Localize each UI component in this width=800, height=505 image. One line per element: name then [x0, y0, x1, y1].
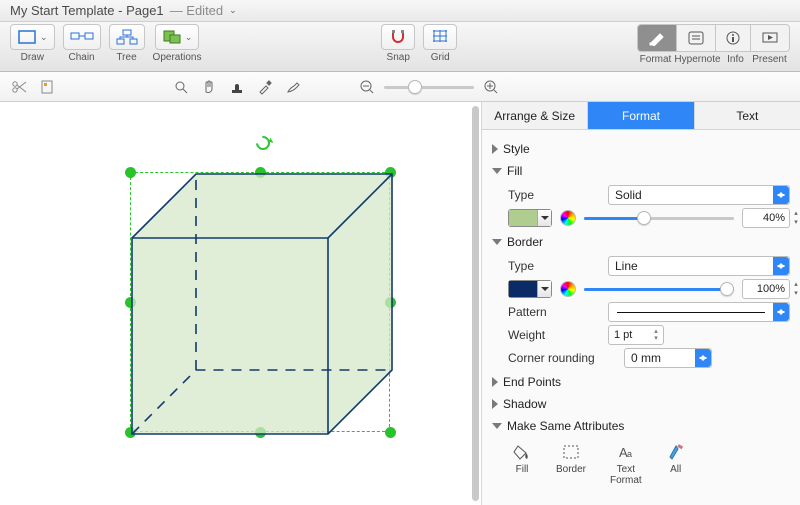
- disclosure-icon: [492, 239, 502, 245]
- canvas[interactable]: [0, 102, 482, 505]
- brush-icon[interactable]: [282, 76, 304, 98]
- stamp-icon[interactable]: [226, 76, 248, 98]
- msa-all-button[interactable]: All: [666, 443, 686, 486]
- pattern-label: Pattern: [508, 305, 600, 319]
- fill-opacity-field[interactable]: 40%▴▾: [742, 208, 790, 228]
- color-wheel-icon[interactable]: [560, 210, 576, 226]
- tab-format[interactable]: Format: [588, 102, 694, 129]
- main-toolbar: ⌄ Draw Chain Tree ⌄ Operations Snap Grid: [0, 22, 800, 72]
- msa-border-button[interactable]: Border: [556, 443, 586, 486]
- border-pattern-select[interactable]: [608, 302, 790, 322]
- chain-label: Chain: [68, 52, 94, 63]
- eyedropper-icon[interactable]: [254, 76, 276, 98]
- fill-opacity-slider[interactable]: [584, 210, 734, 226]
- chevron-down-icon: ⌄: [185, 32, 193, 43]
- disclosure-icon: [492, 168, 502, 174]
- tree-label: Tree: [116, 52, 136, 63]
- corner-rounding-select[interactable]: 0 mm: [624, 348, 712, 368]
- corner-rounding-label: Corner rounding: [508, 351, 616, 365]
- border-weight-field[interactable]: 1 pt▴▾: [608, 325, 664, 345]
- operations-button[interactable]: ⌄: [155, 24, 200, 50]
- rotation-handle[interactable]: [253, 133, 273, 153]
- window-title: My Start Template - Page1: [10, 3, 164, 18]
- chevron-down-icon: ⌄: [40, 32, 48, 43]
- operations-label: Operations: [153, 52, 202, 63]
- zoom-slider[interactable]: [384, 79, 474, 95]
- inspector-selector[interactable]: [637, 24, 790, 52]
- snap-button[interactable]: [381, 24, 415, 50]
- disclosure-icon: [492, 399, 498, 409]
- section-style[interactable]: Style: [492, 138, 790, 160]
- tab-text[interactable]: Text: [695, 102, 800, 129]
- draw-label: Draw: [21, 52, 44, 63]
- section-end-points[interactable]: End Points: [492, 371, 790, 393]
- section-make-same-attributes[interactable]: Make Same Attributes: [492, 415, 790, 437]
- page-icon[interactable]: [36, 76, 58, 98]
- zoom-out-icon[interactable]: [356, 76, 378, 98]
- grid-label: Grid: [431, 52, 450, 63]
- hypernote-tab-label: Hypernote: [674, 54, 722, 65]
- fill-type-label: Type: [508, 188, 600, 202]
- draw-button[interactable]: ⌄: [10, 24, 55, 50]
- grid-button[interactable]: [423, 24, 457, 50]
- tab-arrange-size[interactable]: Arrange & Size: [482, 102, 588, 129]
- inspector-panel: Arrange & Size Format Text Style Fill Ty…: [482, 102, 800, 505]
- section-border[interactable]: Border: [492, 231, 790, 253]
- hand-icon[interactable]: [198, 76, 220, 98]
- msa-fill-button[interactable]: Fill: [512, 443, 532, 486]
- section-shadow[interactable]: Shadow: [492, 393, 790, 415]
- fill-color-well[interactable]: [508, 209, 552, 227]
- fill-type-select[interactable]: Solid: [608, 185, 790, 205]
- border-color-well[interactable]: [508, 280, 552, 298]
- svg-text:a: a: [627, 449, 632, 459]
- snap-label: Snap: [387, 52, 410, 63]
- info-tab-label: Info: [722, 54, 750, 65]
- format-panel-button[interactable]: [638, 25, 677, 51]
- hypernote-panel-button[interactable]: [677, 25, 716, 51]
- chain-button[interactable]: [63, 24, 101, 50]
- color-wheel-icon[interactable]: [560, 281, 576, 297]
- present-tab-label: Present: [750, 54, 790, 65]
- disclosure-icon: [492, 144, 498, 154]
- title-dropdown-icon[interactable]: ⌄: [229, 5, 237, 16]
- scissors-icon[interactable]: [8, 76, 30, 98]
- vertical-scrollbar[interactable]: [472, 106, 479, 501]
- tree-button[interactable]: [109, 24, 145, 50]
- info-panel-button[interactable]: [716, 25, 751, 51]
- section-fill[interactable]: Fill: [492, 160, 790, 182]
- window-edited-indicator: — Edited: [170, 3, 223, 18]
- disclosure-icon: [492, 377, 498, 387]
- format-tab-label: Format: [638, 54, 674, 65]
- weight-label: Weight: [508, 328, 600, 342]
- border-opacity-slider[interactable]: [584, 281, 734, 297]
- border-type-label: Type: [508, 259, 600, 273]
- border-opacity-field[interactable]: 100%▴▾: [742, 279, 790, 299]
- zoom-in-icon[interactable]: [480, 76, 502, 98]
- sub-toolbar: [0, 72, 800, 102]
- msa-text-format-button[interactable]: Aa Text Format: [610, 443, 642, 486]
- window-titlebar: My Start Template - Page1 — Edited ⌄: [0, 0, 800, 22]
- magnifier-icon[interactable]: [170, 76, 192, 98]
- disclosure-icon: [492, 423, 502, 429]
- present-panel-button[interactable]: [751, 25, 789, 51]
- border-type-select[interactable]: Line: [608, 256, 790, 276]
- cube-shape[interactable]: [130, 172, 394, 436]
